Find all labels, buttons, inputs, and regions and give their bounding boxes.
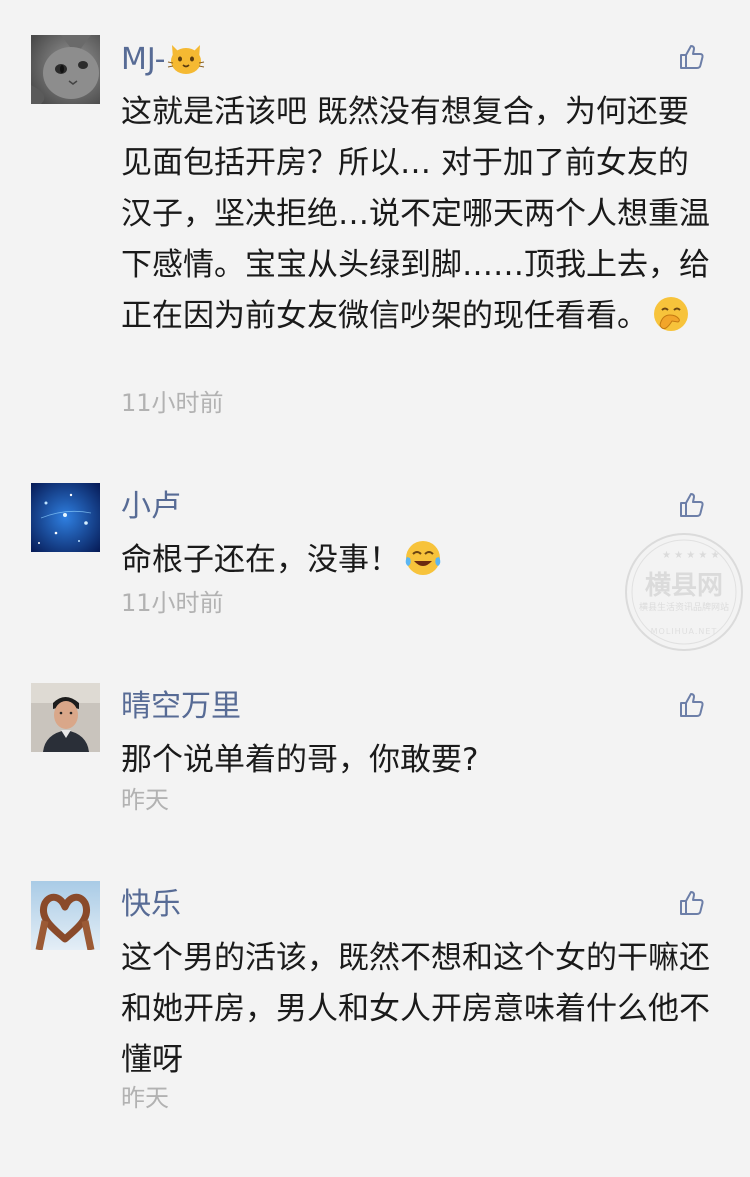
avatar[interactable]: [31, 683, 100, 752]
watermark-url: MOLIHUA.NET: [651, 627, 718, 636]
avatar[interactable]: [31, 35, 100, 104]
username[interactable]: MJ-: [121, 39, 205, 80]
comment-time: 昨天: [121, 786, 169, 814]
thumbs-up-icon[interactable]: [678, 889, 706, 917]
comment-text: 命根子还在，没事！: [121, 542, 400, 578]
avatar[interactable]: [31, 881, 100, 950]
username-text: MJ-: [121, 42, 166, 77]
tears-of-joy-emoji-icon: [404, 539, 442, 577]
cat-face-emoji-icon: [167, 39, 205, 77]
comment-time: 昨天: [121, 1084, 169, 1112]
thumbs-up-icon[interactable]: [678, 491, 706, 519]
watermark-title: 横县网: [645, 571, 723, 601]
watermark-subtitle: 横县生活资讯品牌网站: [639, 601, 729, 613]
comment-time: 11小时前: [121, 389, 224, 417]
avatar[interactable]: [31, 483, 100, 552]
comment-content: 那个说单着的哥，你敢要?: [121, 735, 716, 786]
watermark-stamp: ★ ★ ★ ★ ★ 横县网 横县生活资讯品牌网站 MOLIHUA.NET: [622, 530, 746, 654]
comment-text: 这个男的活该，既然不想和这个女的干嘛还和她开房，男人和女人开房意味着什么他不懂呀: [121, 940, 710, 1078]
username[interactable]: 小卢: [121, 487, 181, 527]
comment-text: 那个说单着的哥，你敢要?: [121, 742, 479, 778]
comment-time: 11小时前: [121, 589, 224, 617]
username[interactable]: 快乐: [121, 885, 181, 925]
thumbs-up-icon[interactable]: [678, 43, 706, 71]
svg-text:★ ★ ★ ★ ★: ★ ★ ★ ★ ★: [662, 550, 720, 561]
comment-text: 这就是活该吧 既然没有想复合，为何还要见面包括开房？所以… 对于加了前女友的汉子…: [121, 94, 710, 334]
thumbs-up-icon[interactable]: [678, 691, 706, 719]
hand-over-mouth-emoji-icon: [652, 295, 690, 333]
username[interactable]: 晴空万里: [121, 687, 241, 727]
comment-content: 这就是活该吧 既然没有想复合，为何还要见面包括开房？所以… 对于加了前女友的汉子…: [121, 87, 716, 342]
comment-content: 这个男的活该，既然不想和这个女的干嘛还和她开房，男人和女人开房意味着什么他不懂呀: [121, 933, 716, 1086]
